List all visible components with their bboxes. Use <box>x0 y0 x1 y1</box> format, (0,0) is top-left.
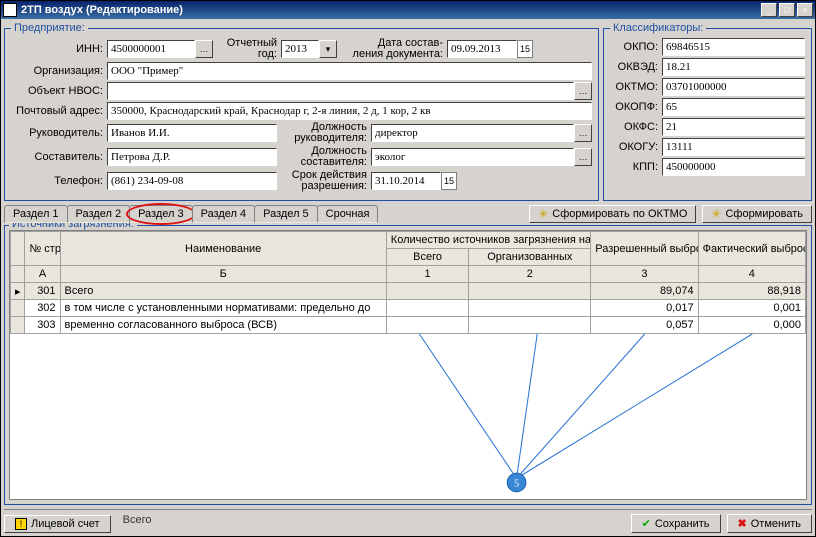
tab-section-3[interactable]: Раздел 3 <box>129 205 193 223</box>
classifiers-legend: Классификаторы: <box>610 22 706 34</box>
row-indicator-icon: ▸ <box>11 283 25 300</box>
col-3: 3 <box>591 266 698 283</box>
okved-label: ОКВЭД: <box>610 61 662 73</box>
svg-text:5: 5 <box>514 479 519 490</box>
okpo-label: ОКПО: <box>610 41 662 53</box>
col-1: 1 <box>386 266 469 283</box>
col-count-group: Количество источников загрязнения на кон… <box>386 232 590 249</box>
addr-label: Почтовый адрес: <box>11 105 107 117</box>
window-title: 2ТП воздух (Редактирование) <box>21 4 759 16</box>
cancel-button[interactable]: ✖Отменить <box>727 514 812 533</box>
author-input[interactable] <box>107 148 277 166</box>
object-label: Объект НВОС: <box>11 85 107 97</box>
warning-icon: ! <box>15 518 27 530</box>
tab-section-5[interactable]: Раздел 5 <box>254 205 318 223</box>
head-pos-input[interactable] <box>371 124 574 142</box>
app-window: 2ТП воздух (Редактирование) _ □ × Предпр… <box>0 0 816 537</box>
inn-lookup-button[interactable]: … <box>195 40 213 58</box>
col-total: Всего <box>386 249 469 266</box>
oktmo-label: ОКТМО: <box>610 81 662 93</box>
col-actual: Фактический выброс веществ, тонн <box>698 232 805 266</box>
author-pos-label: Должностьсоставителя: <box>277 146 371 168</box>
check-icon: ✔ <box>642 517 651 530</box>
table-row[interactable]: 303 временно согласованного выброса (ВСВ… <box>11 317 806 334</box>
okogu-label: ОКОГУ: <box>610 141 662 153</box>
maximize-button[interactable]: □ <box>779 3 795 17</box>
minimize-button[interactable]: _ <box>761 3 777 17</box>
org-input[interactable] <box>107 62 592 80</box>
docdate-label: Дата состав-ления документа: <box>337 38 447 60</box>
okfs-input[interactable] <box>662 118 805 136</box>
status-label: Всего <box>123 514 152 526</box>
sources-fieldset: Источники загрязнения: № стр. Наименован… <box>4 225 812 505</box>
col-org: Организованных <box>469 249 591 266</box>
tab-section-1[interactable]: Раздел 1 <box>4 205 68 223</box>
phone-input[interactable] <box>107 172 277 190</box>
docdate-calendar-icon[interactable]: 15 <box>517 40 533 58</box>
oktmo-input[interactable] <box>662 78 805 96</box>
okogu-input[interactable] <box>662 138 805 156</box>
col-2: 2 <box>469 266 591 283</box>
company-fieldset: Предприятие: ИНН: … Отчетныйгод: ▾ Дата … <box>4 22 599 201</box>
okopf-input[interactable] <box>662 98 805 116</box>
head-pos-lookup-button[interactable]: … <box>574 124 592 142</box>
author-label: Составитель: <box>11 151 107 163</box>
kpp-label: КПП: <box>610 161 662 173</box>
col-b: Б <box>60 266 386 283</box>
object-input[interactable] <box>107 82 574 100</box>
tab-section-2[interactable]: Раздел 2 <box>67 205 131 223</box>
permit-input[interactable] <box>371 172 441 190</box>
app-icon <box>3 3 17 17</box>
form-button[interactable]: ✳Сформировать <box>702 205 812 223</box>
col-4: 4 <box>698 266 805 283</box>
save-button[interactable]: ✔Сохранить <box>631 514 721 533</box>
inn-input[interactable] <box>107 40 195 58</box>
object-lookup-button[interactable]: … <box>574 82 592 100</box>
col-a: А <box>25 266 60 283</box>
year-spin-button[interactable]: ▾ <box>319 40 337 58</box>
addr-input[interactable] <box>107 102 592 120</box>
close-icon: ✖ <box>738 517 747 530</box>
author-pos-lookup-button[interactable]: … <box>574 148 592 166</box>
author-pos-input[interactable] <box>371 148 574 166</box>
okpo-input[interactable] <box>662 38 805 56</box>
form-by-oktmo-button[interactable]: ✳Сформировать по ОКТМО <box>529 205 696 223</box>
col-allowed: Разрешенный выброс веществ, тонн <box>591 232 698 266</box>
okfs-label: ОКФС: <box>610 121 662 133</box>
year-label: Отчетныйгод: <box>213 38 281 60</box>
org-label: Организация: <box>11 65 107 77</box>
annotation-overlay: 5 <box>10 334 806 499</box>
company-legend: Предприятие: <box>11 22 88 34</box>
okved-input[interactable] <box>662 58 805 76</box>
sources-grid[interactable]: № стр. Наименование Количество источнико… <box>9 230 807 500</box>
kpp-input[interactable] <box>662 158 805 176</box>
close-button[interactable]: × <box>797 3 813 17</box>
permit-calendar-icon[interactable]: 15 <box>441 172 457 190</box>
table-row[interactable]: ▸ 301 Всего 89,074 88,918 <box>11 283 806 300</box>
docdate-input[interactable] <box>447 40 517 58</box>
inn-label: ИНН: <box>11 43 107 55</box>
classifiers-fieldset: Классификаторы: ОКПО: ОКВЭД: ОКТМО: ОКОП… <box>603 22 812 201</box>
head-label: Руководитель: <box>11 127 107 139</box>
table-row[interactable]: 302 в том числе с установленными нормати… <box>11 300 806 317</box>
gear-icon: ✳ <box>538 207 548 221</box>
okopf-label: ОКОПФ: <box>610 101 662 113</box>
tab-urgent[interactable]: Срочная <box>317 205 379 223</box>
phone-label: Телефон: <box>11 175 107 187</box>
col-name: Наименование <box>60 232 386 266</box>
head-pos-label: Должностьруководителя: <box>277 122 371 144</box>
permit-label: Срок действияразрешения: <box>277 170 371 192</box>
head-input[interactable] <box>107 124 277 142</box>
year-input[interactable] <box>281 40 319 58</box>
col-no: № стр. <box>25 232 60 266</box>
account-button[interactable]: !Лицевой счет <box>4 515 111 533</box>
tabs-bar: Раздел 1 Раздел 2 Раздел 3 Раздел 4 Разд… <box>4 205 812 223</box>
title-bar: 2ТП воздух (Редактирование) _ □ × <box>1 1 815 19</box>
gear-icon: ✳ <box>711 207 721 221</box>
footer-bar: !Лицевой счет Всего ✔Сохранить ✖Отменить <box>4 509 812 533</box>
tab-section-4[interactable]: Раздел 4 <box>192 205 256 223</box>
